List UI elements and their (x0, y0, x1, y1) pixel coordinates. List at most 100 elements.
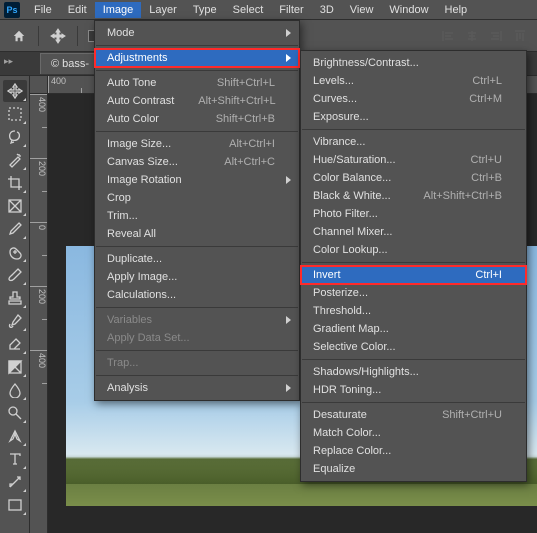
adjust-menu-match-color[interactable]: Match Color... (301, 424, 526, 442)
image-menu-mode[interactable]: Mode (95, 24, 299, 42)
menu-item-shortcut: Ctrl+L (472, 75, 502, 87)
menu-item-label: Invert (313, 269, 451, 281)
menu-image[interactable]: Image (95, 2, 142, 18)
image-menu-adjustments[interactable]: Adjustments (95, 49, 299, 67)
divider (38, 26, 39, 46)
adjust-menu-replace-color[interactable]: Replace Color... (301, 442, 526, 460)
menu-help[interactable]: Help (437, 2, 476, 18)
image-menu-auto-color[interactable]: Auto ColorShift+Ctrl+B (95, 110, 299, 128)
adjust-menu-posterize[interactable]: Posterize... (301, 284, 526, 302)
menu-edit[interactable]: Edit (60, 2, 95, 18)
menu-layer[interactable]: Layer (141, 2, 185, 18)
tool-rect[interactable] (3, 494, 27, 516)
panel-expand-icon[interactable]: ▸▸ (4, 56, 13, 67)
image-menu-calculations[interactable]: Calculations... (95, 286, 299, 304)
menu-separator (302, 262, 525, 263)
tool-move[interactable] (3, 80, 27, 102)
adjust-menu-equalize[interactable]: Equalize (301, 460, 526, 478)
menu-item-shortcut: Ctrl+U (471, 154, 502, 166)
adjust-menu-levels[interactable]: Levels...Ctrl+L (301, 72, 526, 90)
menu-type[interactable]: Type (185, 2, 225, 18)
tool-gradient[interactable] (3, 356, 27, 378)
tool-history[interactable] (3, 310, 27, 332)
tool-stamp[interactable] (3, 287, 27, 309)
menu-file[interactable]: File (26, 2, 60, 18)
adjust-menu-photo-filter[interactable]: Photo Filter... (301, 205, 526, 223)
adjust-menu-color-lookup[interactable]: Color Lookup... (301, 241, 526, 259)
adjust-menu-vibrance[interactable]: Vibrance... (301, 133, 526, 151)
align-right-button[interactable] (485, 26, 507, 46)
document-tab[interactable]: © bass- (40, 53, 100, 74)
adjust-menu-curves[interactable]: Curves...Ctrl+M (301, 90, 526, 108)
image-menu-duplicate[interactable]: Duplicate... (95, 250, 299, 268)
adjust-menu-desaturate[interactable]: DesaturateShift+Ctrl+U (301, 406, 526, 424)
menu-window[interactable]: Window (381, 2, 436, 18)
menu-item-label: Crop (107, 192, 275, 204)
menu-item-label: Vibrance... (313, 136, 502, 148)
menu-item-label: Analysis (107, 382, 275, 394)
ruler-corner (30, 76, 48, 94)
image-menu-image-rotation[interactable]: Image Rotation (95, 171, 299, 189)
menu-item-label: Duplicate... (107, 253, 275, 265)
menu-item-label: Threshold... (313, 305, 502, 317)
adjust-menu-gradient-map[interactable]: Gradient Map... (301, 320, 526, 338)
tool-path[interactable] (3, 471, 27, 493)
menu-view[interactable]: View (342, 2, 382, 18)
adjust-menu-hue-saturation[interactable]: Hue/Saturation...Ctrl+U (301, 151, 526, 169)
tool-wand[interactable] (3, 149, 27, 171)
image-menu-auto-contrast[interactable]: Auto ContrastAlt+Shift+Ctrl+L (95, 92, 299, 110)
align-left-button[interactable] (437, 26, 459, 46)
tool-crop[interactable] (3, 172, 27, 194)
submenu-arrow-icon (286, 384, 291, 392)
tool-patch[interactable] (3, 241, 27, 263)
image-menu-apply-data-set: Apply Data Set... (95, 329, 299, 347)
adjust-menu-threshold[interactable]: Threshold... (301, 302, 526, 320)
menu-select[interactable]: Select (225, 2, 272, 18)
align-center-button[interactable] (461, 26, 483, 46)
menu-3d[interactable]: 3D (312, 2, 342, 18)
menu-item-label: Brightness/Contrast... (313, 57, 502, 69)
menu-separator (96, 131, 298, 132)
home-button[interactable] (6, 24, 32, 48)
image-menu-auto-tone[interactable]: Auto ToneShift+Ctrl+L (95, 74, 299, 92)
menu-item-label: Replace Color... (313, 445, 502, 457)
tool-eraser[interactable] (3, 333, 27, 355)
adjust-menu-brightness-contrast[interactable]: Brightness/Contrast... (301, 54, 526, 72)
image-menu-canvas-size[interactable]: Canvas Size...Alt+Ctrl+C (95, 153, 299, 171)
menu-item-label: Apply Data Set... (107, 332, 275, 344)
adjust-menu-color-balance[interactable]: Color Balance...Ctrl+B (301, 169, 526, 187)
adjust-menu-invert[interactable]: InvertCtrl+I (301, 266, 526, 284)
tool-marquee[interactable] (3, 103, 27, 125)
menu-separator (96, 375, 298, 376)
menu-item-label: Apply Image... (107, 271, 275, 283)
tool-blur[interactable] (3, 379, 27, 401)
adjust-menu-shadows-highlights[interactable]: Shadows/Highlights... (301, 363, 526, 381)
ruler-tick: 400 (30, 350, 47, 414)
tool-type[interactable] (3, 448, 27, 470)
app-logo: Ps (4, 2, 20, 18)
adjust-menu-exposure[interactable]: Exposure... (301, 108, 526, 126)
tool-dodge[interactable] (3, 402, 27, 424)
image-menu-trim[interactable]: Trim... (95, 207, 299, 225)
tool-pen[interactable] (3, 425, 27, 447)
tool-lasso[interactable] (3, 126, 27, 148)
menu-item-label: Image Rotation (107, 174, 275, 186)
menu-separator (96, 350, 298, 351)
image-menu-reveal-all[interactable]: Reveal All (95, 225, 299, 243)
image-menu-apply-image[interactable]: Apply Image... (95, 268, 299, 286)
tool-frame[interactable] (3, 195, 27, 217)
tool-brush[interactable] (3, 264, 27, 286)
image-menu-crop[interactable]: Crop (95, 189, 299, 207)
adjust-menu-selective-color[interactable]: Selective Color... (301, 338, 526, 356)
image-menu-analysis[interactable]: Analysis (95, 379, 299, 397)
adjust-menu-black-white[interactable]: Black & White...Alt+Shift+Ctrl+B (301, 187, 526, 205)
adjust-menu-channel-mixer[interactable]: Channel Mixer... (301, 223, 526, 241)
align-top-button[interactable] (509, 26, 531, 46)
tool-eyedrop[interactable] (3, 218, 27, 240)
menu-filter[interactable]: Filter (271, 2, 311, 18)
menu-item-shortcut: Alt+Shift+Ctrl+B (423, 190, 502, 202)
adjust-menu-hdr-toning[interactable]: HDR Toning... (301, 381, 526, 399)
image-menu-image-size[interactable]: Image Size...Alt+Ctrl+I (95, 135, 299, 153)
menu-item-shortcut: Shift+Ctrl+U (442, 409, 502, 421)
move-tool-indicator[interactable] (45, 24, 71, 48)
